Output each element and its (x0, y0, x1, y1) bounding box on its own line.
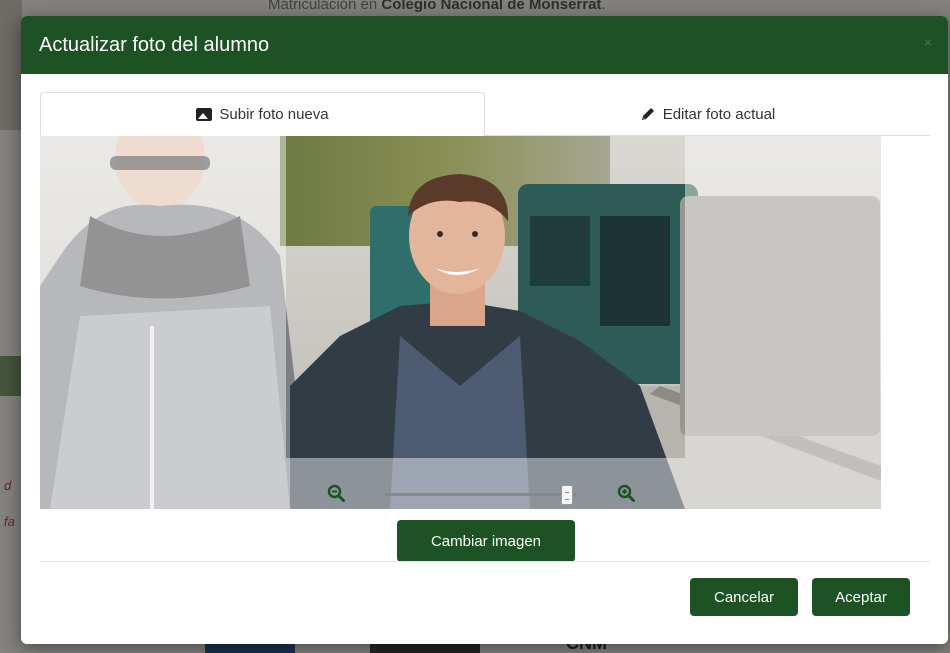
cancel-button[interactable]: Cancelar (690, 578, 798, 616)
modal-title: Actualizar foto del alumno (39, 33, 270, 56)
tab-label: Editar foto actual (662, 105, 776, 123)
zoom-control (327, 484, 641, 506)
crop-mask (685, 136, 881, 509)
image-icon (196, 107, 213, 121)
accept-button[interactable]: Aceptar (812, 578, 910, 616)
change-image-button[interactable]: Cambiar imagen (397, 520, 575, 562)
zoom-slider-handle[interactable] (561, 485, 574, 505)
pencil-icon (641, 108, 654, 120)
close-icon[interactable]: × (924, 34, 932, 50)
tab-edit-current-photo[interactable]: Editar foto actual (485, 92, 930, 136)
zoom-slider-track[interactable] (385, 493, 577, 496)
zoom-in-icon[interactable] (617, 484, 635, 502)
modal-header: Actualizar foto del alumno × (21, 16, 948, 74)
footer-divider (40, 561, 930, 562)
crop-mask (40, 136, 286, 509)
tab-bar: Subir foto nueva Editar foto actual (40, 92, 930, 136)
photo-update-modal: Actualizar foto del alumno × Subir foto … (21, 16, 948, 644)
zoom-out-icon[interactable] (327, 484, 345, 502)
tab-upload-new-photo[interactable]: Subir foto nueva (40, 92, 485, 136)
tab-label: Subir foto nueva (219, 105, 329, 123)
image-cropper[interactable] (40, 136, 881, 509)
